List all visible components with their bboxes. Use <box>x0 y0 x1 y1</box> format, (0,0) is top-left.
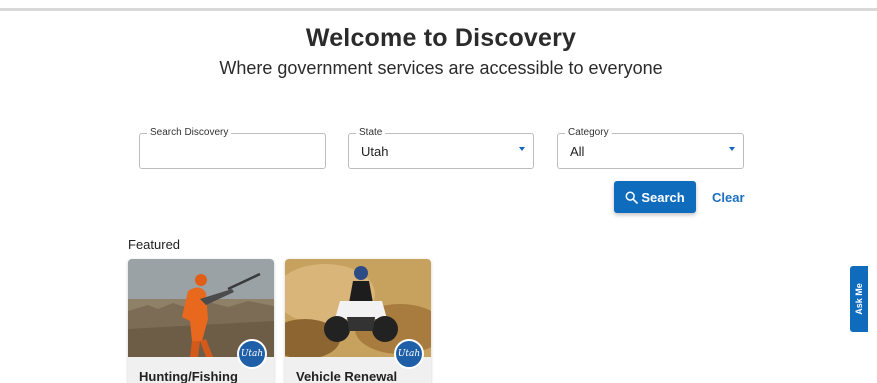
ask-me-label: Ask Me <box>854 283 864 315</box>
utah-logo-icon: Utah <box>394 339 424 369</box>
magnifier-icon <box>625 191 639 204</box>
search-input[interactable]: Search Discovery <box>139 127 326 169</box>
featured-card-title: Hunting/Fishing <box>139 369 238 383</box>
state-select[interactable]: State Utah <box>348 127 534 169</box>
header-divider <box>0 8 877 11</box>
page-title: Welcome to Discovery <box>305 24 577 52</box>
state-select-label: State <box>356 127 386 139</box>
search-button-label: Search <box>641 189 685 205</box>
category-select-label: Category <box>565 127 612 139</box>
page-subtitle: Where government services are accessible… <box>219 58 663 78</box>
ask-me-tab[interactable]: Ask Me <box>850 266 868 332</box>
featured-heading: Featured <box>128 237 181 252</box>
utah-logo-icon: Utah <box>237 339 267 369</box>
category-select-value: All <box>570 144 585 159</box>
caret-down-icon <box>729 147 735 151</box>
state-select-value: Utah <box>361 144 389 159</box>
search-input-label: Search Discovery <box>147 127 232 139</box>
caret-down-icon <box>519 147 525 151</box>
featured-card-vehicle[interactable]: Utah Vehicle Renewal <box>285 259 431 383</box>
clear-link[interactable]: Clear <box>712 190 745 205</box>
featured-card-title: Vehicle Renewal <box>296 369 398 383</box>
search-button[interactable]: Search <box>614 181 696 213</box>
featured-card-hunting[interactable]: Utah Hunting/Fishing <box>128 259 274 383</box>
category-select[interactable]: Category All <box>557 127 744 169</box>
